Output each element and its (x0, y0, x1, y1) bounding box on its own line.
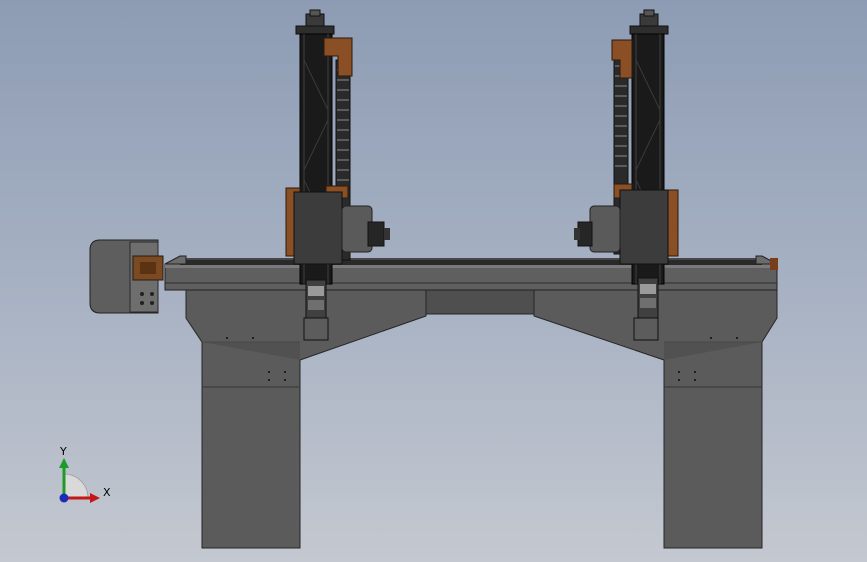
left-end-drive-housing[interactable] (89, 239, 164, 314)
cad-viewport[interactable]: Y X (0, 0, 867, 562)
coordinate-triad: Y X (59, 445, 111, 503)
cad-model-scene[interactable]: Y X (0, 0, 867, 562)
main-girder[interactable] (164, 255, 778, 291)
triad-y-label: Y (59, 445, 67, 458)
concrete-base[interactable] (185, 289, 778, 549)
z-axis-dot (59, 493, 69, 503)
triad-x-label: X (103, 486, 111, 499)
triad-rotation-arc (63, 473, 89, 499)
center-beam (425, 289, 535, 315)
